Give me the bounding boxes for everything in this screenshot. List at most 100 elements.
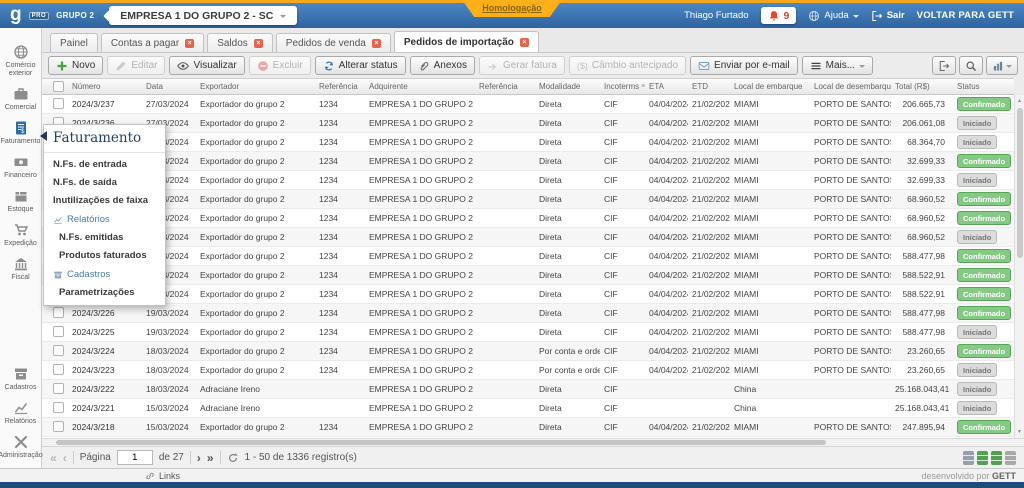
row-checkbox[interactable] bbox=[53, 402, 64, 413]
charts-button[interactable] bbox=[986, 56, 1018, 75]
table-row[interactable]: 2024/3/22921/03/2024Exportador do grupo … bbox=[42, 247, 1014, 266]
sidebar-item-relatorios[interactable]: Relatórios bbox=[0, 400, 42, 426]
table-row[interactable]: 2024/3/23326/03/2024Exportador do grupo … bbox=[42, 171, 1014, 190]
row-checkbox[interactable] bbox=[53, 345, 64, 356]
column-header-eta[interactable]: ETA bbox=[645, 79, 688, 94]
menu-item-parametrizacoes[interactable]: Parametrizações bbox=[44, 283, 165, 301]
tab-close-icon[interactable]: × bbox=[254, 39, 263, 48]
table-row[interactable]: 2024/3/22115/03/2024Adraciane IrenoEMPRE… bbox=[42, 399, 1014, 418]
toolbar-button-alterar-status[interactable]: Alterar status bbox=[315, 56, 406, 75]
table-row[interactable]: 2024/3/21815/03/2024Exportador do grupo … bbox=[42, 418, 1014, 437]
column-header-local-de-embarque[interactable]: Local de embarque bbox=[730, 79, 810, 94]
export-file-icon[interactable] bbox=[991, 451, 1002, 465]
row-checkbox[interactable] bbox=[53, 326, 64, 337]
scrollbar-thumb[interactable] bbox=[56, 440, 826, 445]
sidebar-item-estoque[interactable]: Estoque bbox=[0, 188, 42, 214]
column-header-local-de-desembarque[interactable]: Local de desembarque bbox=[810, 79, 891, 94]
table-row[interactable]: 2024/3/23627/03/2024Exportador do grupo … bbox=[42, 114, 1014, 133]
page-input[interactable] bbox=[117, 450, 153, 465]
sidebar-item-administracao[interactable]: Administração bbox=[0, 434, 42, 460]
column-header-exportador[interactable]: Exportador bbox=[196, 79, 315, 94]
tab-painel[interactable]: Painel bbox=[50, 33, 98, 52]
developed-by: desenvolvido por GETT bbox=[921, 471, 1016, 481]
table-row[interactable]: 2024/3/22820/03/2024Exportador do grupo … bbox=[42, 266, 1014, 285]
table-row[interactable]: 2024/3/22218/03/2024Adraciane IrenoEMPRE… bbox=[42, 380, 1014, 399]
column-header-adquirente[interactable]: Adquirente bbox=[365, 79, 475, 94]
sidebar-item-expedicao[interactable]: Expedição bbox=[0, 222, 42, 248]
help-menu[interactable]: Ajuda bbox=[808, 10, 858, 22]
company-selector[interactable]: EMPRESA 1 DO GRUPO 2 - SC bbox=[109, 6, 297, 25]
back-to-gett-link[interactable]: VOLTAR PARA GETT bbox=[917, 10, 1014, 21]
table-row[interactable]: 2024/3/22318/03/2024Exportador do grupo … bbox=[42, 361, 1014, 380]
vertical-scrollbar[interactable]: ▲ ▼ bbox=[1014, 95, 1024, 438]
toolbar-button-enviar-por-e-mail[interactable]: Enviar por e-mail bbox=[690, 56, 798, 75]
export-file-icon[interactable] bbox=[963, 451, 974, 465]
tab-saldos[interactable]: Saldos× bbox=[207, 33, 273, 52]
refresh-icon[interactable] bbox=[227, 452, 239, 464]
row-checkbox[interactable] bbox=[53, 364, 64, 375]
horizontal-scrollbar[interactable] bbox=[42, 438, 1024, 446]
first-page-button[interactable]: « bbox=[50, 452, 57, 464]
column-header-etd[interactable]: ETD bbox=[688, 79, 730, 94]
tab-close-icon[interactable]: × bbox=[372, 39, 381, 48]
scrollbar-thumb[interactable] bbox=[1017, 108, 1023, 258]
column-header-total-r[interactable]: Total (R$) bbox=[891, 79, 953, 94]
sidebar-item-comercial[interactable]: Comercial bbox=[0, 86, 42, 112]
notifications-button[interactable]: 9 bbox=[761, 7, 797, 24]
last-page-button[interactable]: » bbox=[207, 452, 214, 464]
table-row[interactable]: 2024/3/22619/03/2024Exportador do grupo … bbox=[42, 304, 1014, 323]
sidebar-item-financeiro[interactable]: Financeiro bbox=[0, 154, 42, 180]
row-checkbox[interactable] bbox=[53, 383, 64, 394]
export-button[interactable] bbox=[932, 56, 956, 75]
sidebar-item-label: Comércio exterior bbox=[0, 62, 42, 78]
menu-item-inutilizacoes-de-faixa[interactable]: Inutilizações de faixa bbox=[44, 191, 165, 209]
table-row[interactable]: 2024/3/23222/03/2024Exportador do grupo … bbox=[42, 190, 1014, 209]
column-header-incoterms[interactable]: Incoterms≡ bbox=[600, 79, 645, 94]
table-row[interactable]: 2024/3/22418/03/2024Exportador do grupo … bbox=[42, 342, 1014, 361]
toolbar-button-mais[interactable]: Mais... bbox=[802, 56, 873, 75]
table-row[interactable]: 2024/3/23526/03/2024Exportador do grupo … bbox=[42, 133, 1014, 152]
next-page-button[interactable]: › bbox=[197, 452, 201, 464]
column-header-select[interactable] bbox=[42, 79, 68, 94]
links-label[interactable]: Links bbox=[159, 471, 180, 481]
menu-item-n-fs-emitidas[interactable]: N.Fs. emitidas bbox=[44, 228, 165, 246]
row-checkbox[interactable] bbox=[53, 98, 64, 109]
table-row[interactable]: 2024/3/23122/03/2024Exportador do grupo … bbox=[42, 209, 1014, 228]
sidebar-item-fiscal[interactable]: Fiscal bbox=[0, 256, 42, 282]
sidebar-item-comercio-exterior[interactable]: Comércio exterior bbox=[0, 44, 42, 78]
column-header-numero[interactable]: Número bbox=[68, 79, 142, 94]
toolbar-button-visualizar[interactable]: Visualizar bbox=[169, 56, 244, 75]
export-file-icon[interactable] bbox=[1005, 451, 1016, 465]
tab-pedidos-de-importacao[interactable]: Pedidos de importação× bbox=[394, 31, 539, 52]
menu-item-n-fs-de-saida[interactable]: N.Fs. de saída bbox=[44, 173, 165, 191]
column-header-data[interactable]: Data bbox=[142, 79, 196, 94]
row-checkbox[interactable] bbox=[53, 307, 64, 318]
table-row[interactable]: 2024/3/23727/03/2024Exportador do grupo … bbox=[42, 95, 1014, 114]
table-row[interactable]: 2024/3/22519/03/2024Exportador do grupo … bbox=[42, 323, 1014, 342]
search-button[interactable] bbox=[959, 56, 983, 75]
menu-item-produtos-faturados[interactable]: Produtos faturados bbox=[44, 246, 165, 264]
logout-button[interactable]: Sair bbox=[871, 10, 905, 22]
export-file-icon[interactable] bbox=[977, 451, 988, 465]
column-header-status[interactable]: Status bbox=[953, 79, 1012, 94]
table-row[interactable]: 2024/3/22719/03/2024Exportador do grupo … bbox=[42, 285, 1014, 304]
row-checkbox[interactable] bbox=[53, 421, 64, 432]
column-header-referencia[interactable]: Referência bbox=[475, 79, 535, 94]
scroll-down-icon[interactable]: ▼ bbox=[1015, 429, 1024, 435]
column-header-modalidade[interactable]: Modalidade bbox=[535, 79, 600, 94]
previous-page-button[interactable]: ‹ bbox=[63, 452, 67, 464]
select-all-checkbox[interactable] bbox=[53, 81, 64, 92]
table-row[interactable]: 2024/3/23426/03/2024Exportador do grupo … bbox=[42, 152, 1014, 171]
column-header-referencia[interactable]: Referência bbox=[315, 79, 365, 94]
table-row[interactable]: 2024/3/23022/03/2024Exportador do grupo … bbox=[42, 228, 1014, 247]
toolbar-button-anexos[interactable]: Anexos bbox=[410, 56, 475, 75]
toolbar-button-novo[interactable]: Novo bbox=[48, 56, 103, 75]
sidebar-item-cadastros[interactable]: Cadastros bbox=[0, 366, 42, 392]
tab-close-icon[interactable]: × bbox=[185, 39, 194, 48]
scroll-up-icon[interactable]: ▲ bbox=[1015, 98, 1024, 104]
tab-close-icon[interactable]: × bbox=[520, 38, 529, 47]
tab-pedidos-de-venda[interactable]: Pedidos de venda× bbox=[276, 33, 391, 52]
sidebar-item-label: Relatórios bbox=[5, 418, 37, 426]
menu-item-n-fs-de-entrada[interactable]: N.Fs. de entrada bbox=[44, 155, 165, 173]
tab-contas-a-pagar[interactable]: Contas a pagar× bbox=[101, 33, 204, 52]
